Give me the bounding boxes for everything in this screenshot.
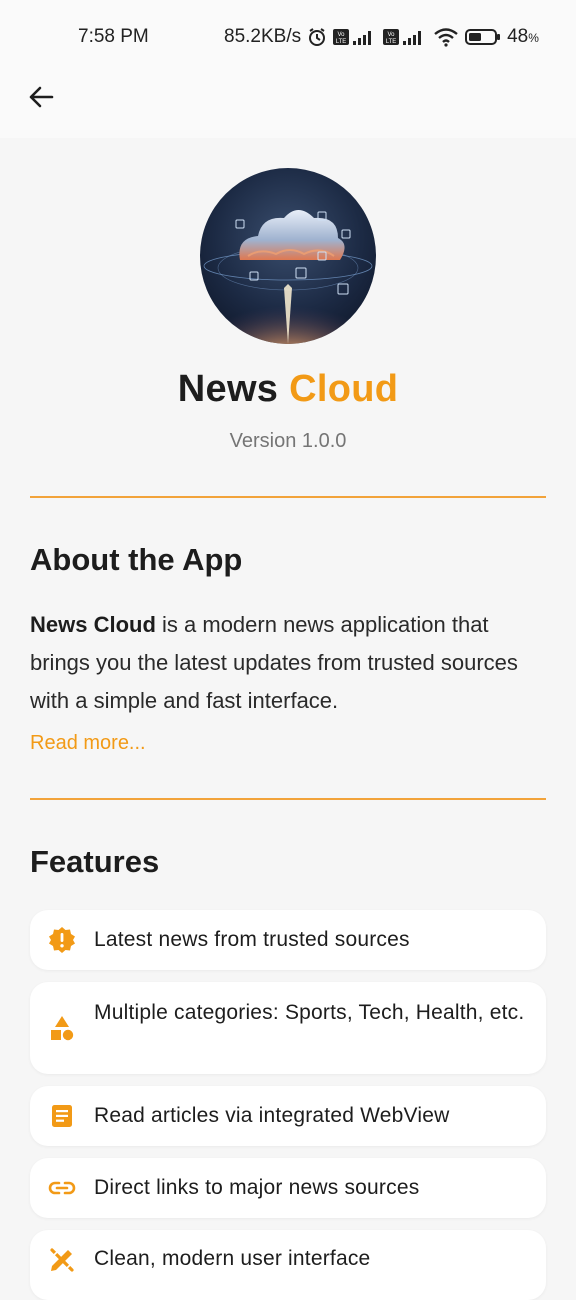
arrow-left-icon[interactable] (26, 82, 56, 112)
alarm-icon (309, 28, 326, 46)
status-time: 7:58 PM (78, 26, 149, 47)
about-description: News Cloud is a modern news application … (30, 606, 546, 720)
alert-badge-icon (49, 927, 75, 953)
link-icon (48, 1181, 76, 1195)
divider (30, 798, 546, 800)
feature-card: Read articles via integrated WebView (30, 1086, 546, 1146)
feature-card: Multiple categories: Sports, Tech, Healt… (30, 982, 546, 1074)
status-icons: 85.2KB/s Vo LTE Vo LTE 48% (224, 26, 539, 48)
read-more-link[interactable]: Read more... (30, 732, 146, 755)
feature-label: Read articles via integrated WebView (94, 1104, 450, 1127)
app-title-accent: Cloud (289, 368, 399, 410)
svg-text:LTE: LTE (336, 39, 347, 45)
battery-icon (465, 29, 501, 45)
divider (30, 496, 546, 498)
article-icon (52, 1105, 72, 1127)
svg-text:LTE: LTE (386, 39, 397, 45)
feature-label: Direct links to major news sources (94, 1176, 420, 1199)
feature-card: Clean, modern user interface (30, 1230, 546, 1300)
battery-level: 48% (507, 26, 539, 47)
wifi-icon (434, 28, 458, 47)
about-heading: About the App (30, 542, 243, 577)
feature-label: Latest news from trusted sources (94, 928, 410, 951)
features-heading: Features (30, 844, 160, 879)
volte-signal-icon: Vo LTE (333, 29, 372, 45)
svg-text:Vo: Vo (338, 32, 346, 38)
status-bar: 7:58 PM 85.2KB/s Vo LTE Vo LTE 48% (0, 0, 576, 76)
feature-label: Multiple categories: Sports, Tech, Healt… (94, 1001, 525, 1024)
version-label: Version 1.0.0 (229, 430, 347, 452)
svg-text:Vo: Vo (388, 32, 396, 38)
volte-signal-2-icon: Vo LTE (383, 29, 422, 45)
app-title: News Cloud (0, 368, 576, 411)
feature-card: Direct links to major news sources (30, 1158, 546, 1218)
design-tools-icon (50, 1248, 74, 1272)
app-bar (0, 76, 576, 138)
feature-label: Clean, modern user interface (94, 1247, 371, 1270)
category-shapes-icon (51, 1016, 74, 1041)
app-title-main: News (177, 368, 279, 410)
about-app-name: News Cloud (30, 612, 156, 637)
cloud-logo-image (200, 168, 376, 344)
feature-card: Latest news from trusted sources (30, 910, 546, 970)
network-speed: 85.2KB/s (224, 26, 302, 47)
